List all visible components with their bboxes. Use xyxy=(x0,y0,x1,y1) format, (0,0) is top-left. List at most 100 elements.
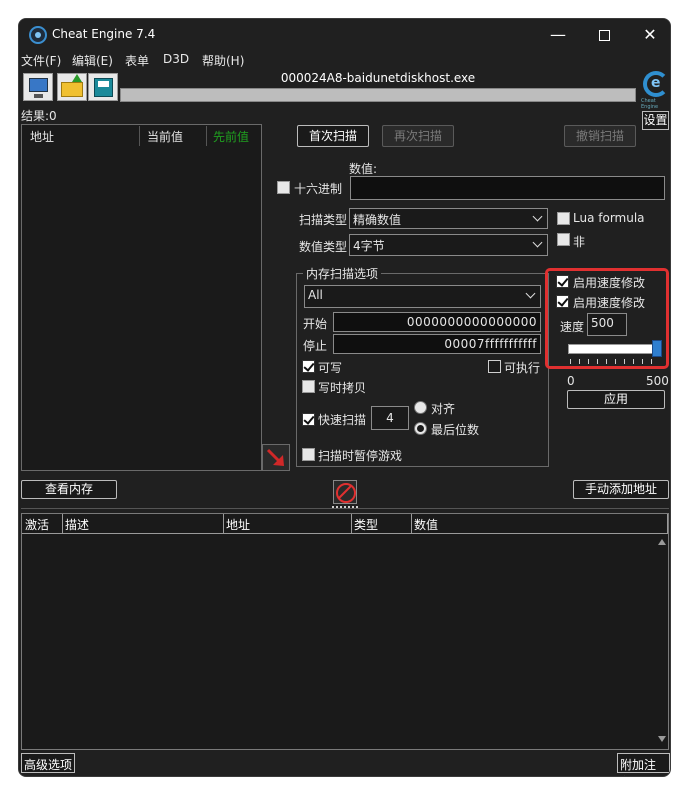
minimize-button[interactable]: — xyxy=(535,19,581,51)
cheat-engine-app-icon xyxy=(29,26,47,44)
undo-scan-button[interactable]: 撤销扫描 xyxy=(564,125,636,147)
memory-scan-options-title: 内存扫描选项 xyxy=(303,265,382,282)
start-address-input[interactable]: 0000000000000000 xyxy=(333,312,541,332)
table-comments-button[interactable]: 附加注释 xyxy=(617,753,670,776)
column-divider xyxy=(351,514,352,533)
align-radio[interactable] xyxy=(414,401,427,414)
next-scan-button[interactable]: 再次扫描 xyxy=(382,125,454,147)
open-process-button[interactable] xyxy=(23,73,53,101)
view-memory-button[interactable]: 查看内存 xyxy=(21,480,117,499)
close-button[interactable]: ✕ xyxy=(627,19,670,51)
align-label: 对齐 xyxy=(431,402,456,416)
fast-scan-checkbox[interactable] xyxy=(302,413,315,426)
open-file-button[interactable] xyxy=(57,73,87,101)
column-divider xyxy=(667,514,668,533)
scan-type-value: 精确数值 xyxy=(353,213,402,227)
pause-game-label: 扫描时暂停游戏 xyxy=(318,449,403,463)
arrow-down-right-icon xyxy=(266,448,284,466)
lua-formula-label: Lua formula xyxy=(573,211,645,225)
menu-file[interactable]: 文件(F) xyxy=(21,52,61,69)
logo-e-icon: e xyxy=(651,75,661,91)
speed-slider-ticks xyxy=(570,359,660,364)
not-checkbox[interactable] xyxy=(557,233,570,246)
scroll-up-icon[interactable] xyxy=(658,539,666,545)
fast-scan-label: 快速扫描 xyxy=(318,413,367,427)
pause-game-checkbox[interactable] xyxy=(302,448,315,461)
enable-speedhack-checkbox-1[interactable] xyxy=(556,275,569,288)
found-address-list[interactable]: 地址 当前值 先前值 xyxy=(21,124,262,471)
add-to-list-button[interactable] xyxy=(262,444,290,471)
scan-type-label: 扫描类型 xyxy=(299,213,348,227)
scan-progress-bar xyxy=(120,88,636,102)
settings-button[interactable]: 设置 xyxy=(642,111,669,130)
menu-edit[interactable]: 编辑(E) xyxy=(72,52,113,69)
writable-checkbox[interactable] xyxy=(302,360,315,373)
column-divider xyxy=(411,514,412,533)
col-active[interactable]: 激活 xyxy=(25,516,49,533)
copy-on-write-label: 写时拷贝 xyxy=(318,381,367,395)
panel-splitter[interactable] xyxy=(21,508,669,509)
maximize-button[interactable] xyxy=(581,19,627,51)
menu-table[interactable]: 表单 xyxy=(125,52,149,69)
first-scan-button[interactable]: 首次扫描 xyxy=(297,125,369,147)
enable-speedhack-label-1: 启用速度修改 xyxy=(573,276,646,290)
folder-icon xyxy=(61,74,83,97)
chevron-down-icon xyxy=(525,288,536,299)
col-address[interactable]: 地址 xyxy=(226,516,250,533)
found-col-address[interactable]: 地址 xyxy=(30,128,54,145)
monitor-icon xyxy=(29,78,48,98)
stop-address-input[interactable]: 00007fffffffffff xyxy=(333,334,541,354)
executable-checkbox[interactable] xyxy=(488,360,501,373)
stop-scan-icon[interactable] xyxy=(333,480,357,504)
col-type[interactable]: 类型 xyxy=(354,516,378,533)
not-label: 非 xyxy=(573,235,586,249)
menu-bar: 文件(F) 编辑(E) 表单 D3D 帮助(H) xyxy=(19,51,670,69)
scroll-down-icon[interactable] xyxy=(658,736,666,742)
chevron-down-icon xyxy=(532,211,543,222)
value-type-label: 数值类型 xyxy=(299,240,348,254)
fast-scan-value-input[interactable]: 4 xyxy=(371,406,409,430)
memory-region-select[interactable]: All xyxy=(304,285,541,308)
column-divider xyxy=(139,126,140,146)
speed-input[interactable]: 500 xyxy=(587,313,627,336)
copy-on-write-checkbox[interactable] xyxy=(302,380,315,393)
value-type-value: 4字节 xyxy=(353,239,385,253)
enable-speedhack-checkbox-2[interactable] xyxy=(556,295,569,308)
found-col-value[interactable]: 当前值 xyxy=(147,128,183,145)
enable-speedhack-label-2: 启用速度修改 xyxy=(573,296,646,310)
save-icon xyxy=(94,78,113,97)
menu-d3d[interactable]: D3D xyxy=(163,52,189,66)
found-col-previous[interactable]: 先前值 xyxy=(213,128,249,145)
start-label: 开始 xyxy=(303,317,328,331)
writable-label: 可写 xyxy=(318,361,343,375)
last-digits-label: 最后位数 xyxy=(431,423,480,437)
speed-label: 速度 xyxy=(560,320,585,334)
process-name: 000024A8-baidunetdiskhost.exe xyxy=(280,71,476,85)
title-bar: Cheat Engine 7.4 — ✕ xyxy=(19,19,670,51)
advanced-options-button[interactable]: 高级选项 xyxy=(21,753,76,773)
logo-subtext: Cheat Engine xyxy=(641,98,659,110)
stop-label: 停止 xyxy=(303,339,328,353)
hex-checkbox[interactable] xyxy=(277,181,290,194)
column-divider xyxy=(223,514,224,533)
lua-formula-checkbox[interactable] xyxy=(557,212,570,225)
speed-slider-thumb[interactable] xyxy=(652,340,662,357)
apply-speed-button[interactable]: 应用 xyxy=(567,390,665,409)
speed-slider-track[interactable] xyxy=(568,344,662,354)
scan-type-select[interactable]: 精确数值 xyxy=(349,208,548,229)
column-divider xyxy=(206,126,207,146)
window-title: Cheat Engine 7.4 xyxy=(52,27,156,41)
col-description[interactable]: 描述 xyxy=(65,516,89,533)
cheat-engine-logo[interactable]: e Cheat Engine xyxy=(641,71,669,110)
value-input[interactable] xyxy=(350,176,665,200)
value-type-select[interactable]: 4字节 xyxy=(349,234,548,256)
value-label: 数值: xyxy=(349,162,378,176)
menu-help[interactable]: 帮助(H) xyxy=(202,52,244,69)
col-value[interactable]: 数值 xyxy=(414,516,438,533)
cheat-table-list[interactable]: 激活 描述 地址 类型 数值 xyxy=(21,513,669,750)
save-button[interactable] xyxy=(88,73,118,101)
add-address-manually-button[interactable]: 手动添加地址 xyxy=(573,480,669,499)
hex-label: 十六进制 xyxy=(294,182,343,196)
last-digits-radio[interactable] xyxy=(414,422,427,435)
chevron-down-icon xyxy=(532,237,543,248)
